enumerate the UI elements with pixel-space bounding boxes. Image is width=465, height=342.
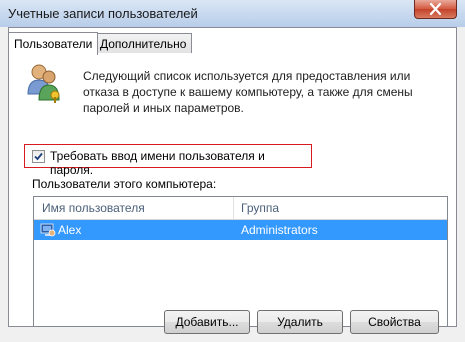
user-accounts-dialog: Учетные записи пользователей Пользовател… [0,0,465,342]
column-header-username[interactable]: Имя пользователя [42,201,145,215]
description-text: Следующий список используется для предос… [83,69,413,115]
require-login-label[interactable]: Требовать ввод имени пользователя и паро… [50,149,311,177]
column-header-group[interactable]: Группа [241,201,279,215]
column-divider[interactable] [233,197,234,219]
close-icon [429,3,442,15]
list-header: Имя пользователя Группа [34,197,447,220]
group-cell: Administrators [241,223,318,237]
users-list-label: Пользователи этого компьютера: [32,177,217,191]
username-cell: Alex [58,223,82,237]
users-icon [27,64,60,103]
checkmark-icon [34,152,43,161]
tab-advanced[interactable]: Дополнительно [94,33,193,53]
require-login-checkbox[interactable] [32,150,45,163]
properties-button[interactable]: Свойства [350,310,439,334]
title-bar[interactable]: Учетные записи пользователей [0,0,465,27]
add-user-button[interactable]: Добавить... [164,310,250,334]
users-list[interactable]: Имя пользователя Группа Alex Administrat… [33,196,448,327]
require-login-highlight: Требовать ввод имени пользователя и паро… [24,144,312,177]
table-row[interactable]: Alex Administrators [34,220,447,240]
window-title: Учетные записи пользователей [8,6,198,21]
delete-user-button[interactable]: Удалить [257,310,343,334]
tab-panel: Следующий список используется для предос… [8,27,457,327]
tab-users[interactable]: Пользователи [8,32,99,55]
user-avatar-icon [40,223,56,237]
close-button[interactable] [414,0,457,19]
